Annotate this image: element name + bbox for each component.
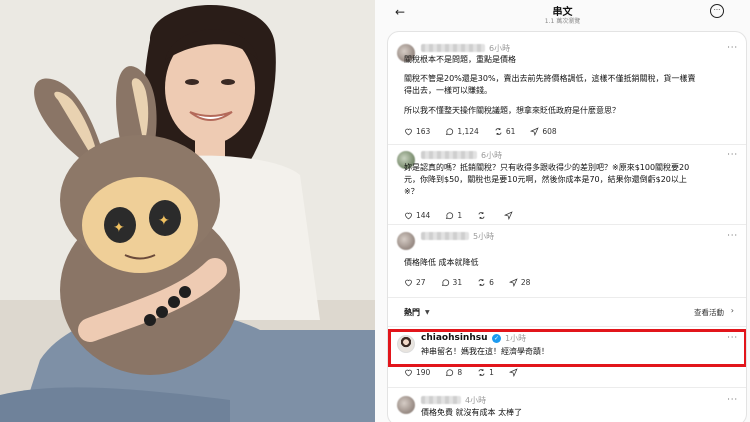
comment-count: 31 <box>452 278 463 287</box>
post-time: 4小時 <box>465 396 487 405</box>
comment-button[interactable]: 8 <box>445 368 462 377</box>
repost-icon <box>495 128 502 135</box>
post-text: 價格降低 成本就降低 <box>404 258 479 267</box>
comment-icon <box>441 279 449 287</box>
like-count: 27 <box>416 278 426 287</box>
share-count: 28 <box>520 278 531 287</box>
heart-icon <box>405 279 412 287</box>
more-horizontal-icon[interactable]: ··· <box>727 150 738 159</box>
thread-card: 6小時 ··· 關稅根本不是問題，重點是價格 關稅不管是20%還是30%，賣出去… <box>387 31 747 422</box>
comment-icon <box>446 212 454 220</box>
repost-count: 61 <box>505 127 516 136</box>
share-button[interactable] <box>508 368 521 377</box>
post-time: 6小時 <box>489 44 511 53</box>
username-blurred <box>421 44 485 52</box>
post-actions: 144 1 <box>404 211 531 220</box>
reply-text: 價格免費 就沒有成本 太棒了 <box>421 408 523 417</box>
repost-count: 1 <box>489 368 494 377</box>
like-button[interactable]: 144 <box>404 211 430 220</box>
send-icon <box>504 211 513 220</box>
comment-button[interactable]: 31 <box>441 278 463 287</box>
username-blurred <box>421 151 477 159</box>
threads-panel: ← 串文 1.1 萬次瀏覽 ··· 6小時 ··· 關稅根本不是問題，重點是價格… <box>375 0 750 422</box>
share-button[interactable]: 28 <box>508 278 531 287</box>
sort-hot-button[interactable]: 熱門 <box>404 307 420 318</box>
post-time: 6小時 <box>481 151 503 160</box>
username-blurred <box>421 232 469 240</box>
post-text-line: ※？ <box>404 187 419 196</box>
username-blurred <box>421 396 461 404</box>
send-icon <box>530 127 539 136</box>
photo-woman-with-plush-toy: ✦ ✦ <box>0 0 375 422</box>
reply-post: 6小時 ··· 妳是認真的嗎？抵銷關稅？只有收得多跟收得少的差別吧？※原來$10… <box>388 145 746 227</box>
comment-icon <box>446 128 454 136</box>
comment-icon <box>446 369 454 377</box>
heart-icon <box>405 212 412 220</box>
repost-button[interactable]: 61 <box>494 127 516 136</box>
avatar[interactable] <box>397 232 415 250</box>
comment-count: 1,124 <box>457 127 479 136</box>
like-count: 190 <box>416 368 431 377</box>
share-count: 608 <box>542 127 557 136</box>
chevron-down-icon[interactable]: ▼ <box>425 309 430 316</box>
comment-button[interactable]: 1,124 <box>445 127 479 136</box>
like-button[interactable]: 190 <box>404 368 430 377</box>
repost-button[interactable]: 1 <box>477 368 494 377</box>
view-activity-link[interactable]: 查看活動 <box>694 307 724 318</box>
avatar[interactable] <box>397 396 415 414</box>
more-horizontal-icon[interactable]: ··· <box>727 43 738 52</box>
view-count: 1.1 萬次瀏覽 <box>544 18 581 25</box>
like-button[interactable]: 163 <box>404 127 430 136</box>
like-count: 163 <box>416 127 431 136</box>
more-horizontal-icon[interactable]: ··· <box>710 4 724 18</box>
svg-text:✦: ✦ <box>113 220 125 236</box>
repost-icon <box>478 369 485 376</box>
repost-count: 6 <box>489 278 494 287</box>
chevron-right-icon[interactable]: › <box>731 306 734 315</box>
reply-post: 5小時 ··· 價格降低 成本就降低 27 31 6 28 <box>388 225 746 295</box>
reply-post: 4小時 ··· 價格免費 就沒有成本 太棒了 <box>388 388 746 422</box>
svg-text:✦: ✦ <box>158 213 170 229</box>
repost-button[interactable]: 6 <box>477 278 494 287</box>
like-button[interactable]: 27 <box>404 278 426 287</box>
post-actions: 163 1,124 61 608 <box>404 127 572 136</box>
share-button[interactable] <box>504 211 516 220</box>
comment-count: 1 <box>457 211 463 220</box>
highlight-box <box>388 329 746 367</box>
more-horizontal-icon[interactable]: ··· <box>727 395 738 404</box>
repost-icon <box>478 279 485 286</box>
share-button[interactable]: 608 <box>530 127 557 136</box>
more-horizontal-icon[interactable]: ··· <box>727 231 738 240</box>
heart-icon <box>405 128 412 136</box>
post-actions: 27 31 6 28 <box>404 278 545 287</box>
send-icon <box>508 278 518 287</box>
comment-button[interactable]: 1 <box>445 211 462 220</box>
post-time: 5小時 <box>473 232 495 241</box>
divider <box>388 297 746 298</box>
post-text-line: 所以我不懂整天操作關稅議題，想拿來貶低政府是什麼意思？ <box>404 106 620 115</box>
heart-icon <box>405 369 412 377</box>
post-actions: 190 8 1 <box>404 368 536 377</box>
repost-button[interactable] <box>477 211 489 220</box>
repost-icon <box>478 212 485 219</box>
post-text-line: 關稅根本不是問題，重點是價格 <box>404 55 516 64</box>
post-text-line: 得出去，一樣可以賺錢。 <box>404 86 492 95</box>
post-original: 6小時 ··· 關稅根本不是問題，重點是價格 關稅不管是20%還是30%，賣出去… <box>388 32 746 142</box>
send-icon <box>508 368 518 377</box>
post-text-line: 元，你降到$50，關稅也是要10元啊，然後你成本是70，結果你還倒虧$20以上 <box>404 175 687 184</box>
comment-count: 8 <box>457 368 463 377</box>
post-text-line: 妳是認真的嗎？抵銷關稅？只有收得多跟收得少的差別吧？※原來$100關稅要20 <box>404 163 690 172</box>
top-bar: ← 串文 1.1 萬次瀏覽 ··· <box>375 0 750 28</box>
post-text-line: 關稅不管是20%還是30%，賣出去前先將價格調低，這樣不僅抵銷關稅，貨一樣賣 <box>404 74 696 83</box>
like-count: 144 <box>416 211 431 220</box>
